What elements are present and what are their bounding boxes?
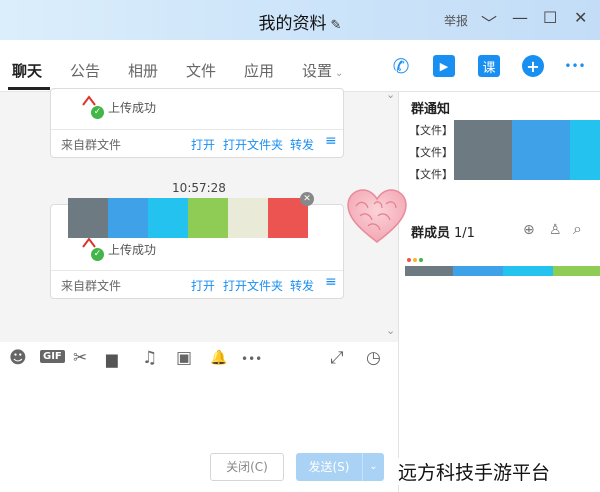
tab-apps[interactable]: 应用 [244, 60, 274, 81]
status-dot-red [407, 258, 411, 262]
swatch-cream [228, 198, 268, 238]
file-message-card[interactable]: ✓ 上传成功 来自群文件 打开 打开文件夹 转发 ≡ [50, 88, 344, 158]
members-title-text: 群成员 [411, 226, 451, 241]
notice-swatch-gray [454, 120, 512, 180]
class-icon[interactable]: 课 [478, 55, 500, 77]
window-title: 我的资料 ✎ [0, 9, 600, 34]
upload-status: ✓ 上传成功 [91, 241, 156, 261]
upload-status-text: 上传成功 [108, 101, 157, 115]
watermark-text: 远方科技手游平台 [396, 458, 553, 485]
menu-icon[interactable]: ≡ [325, 274, 337, 290]
collapse-icon[interactable]: ⌄ [386, 324, 395, 337]
tab-announcement[interactable]: 公告 [70, 60, 100, 81]
file-source-label: 来自群文件 [61, 279, 122, 293]
active-tab-indicator [8, 87, 50, 90]
scissors-icon[interactable]: ✂ [73, 348, 87, 368]
open-link[interactable]: 打开 [191, 277, 215, 294]
bell-icon[interactable]: 🔔 [210, 350, 227, 366]
chevron-down-icon[interactable]: ﹀ [481, 10, 497, 34]
minimize-icon[interactable]: — [512, 8, 528, 27]
upload-status: ✓ 上传成功 [91, 99, 156, 119]
title-bar: 我的资料 ✎ 举报 ﹀ — ☐ ✕ [0, 0, 600, 40]
notice-item[interactable]: 【文件】 [409, 166, 453, 182]
edit-pencil-icon[interactable]: ✎ [331, 18, 342, 33]
maximize-icon[interactable]: ☐ [543, 8, 557, 27]
menu-icon[interactable]: ≡ [325, 133, 337, 149]
close-window-icon[interactable]: ✕ [574, 8, 587, 27]
tab-chat[interactable]: 聊天 [12, 60, 42, 81]
chevron-down-icon: ⌄ [335, 68, 344, 79]
more-tools-icon[interactable]: ••• [241, 352, 262, 366]
add-app-icon[interactable]: + [522, 55, 544, 77]
gif-icon[interactable]: GIF [40, 350, 65, 363]
folder-icon[interactable]: ▆ [106, 350, 118, 368]
open-folder-link[interactable]: 打开文件夹 [223, 136, 283, 153]
status-dot-green [419, 258, 423, 262]
music-icon[interactable]: ♫ [142, 348, 157, 368]
chat-area[interactable]: ✓ 上传成功 来自群文件 打开 打开文件夹 转发 ≡ ⌄ 10:57:28 ✓ 上传… [0, 88, 398, 342]
upload-status-text: 上传成功 [108, 243, 157, 257]
window-title-text: 我的资料 [258, 14, 327, 34]
more-icon[interactable]: ••• [564, 55, 586, 77]
report-link[interactable]: 举报 [444, 12, 468, 29]
member-swatch-green [553, 266, 600, 276]
check-circle-icon: ✓ [91, 248, 104, 261]
video-icon[interactable]: ▶ [433, 55, 455, 77]
send-button[interactable]: 发送(S) [296, 453, 362, 481]
close-icon[interactable]: ✕ [300, 192, 314, 206]
check-circle-icon: ✓ [91, 106, 104, 119]
tab-settings-label: 设置 [302, 62, 333, 80]
image-icon[interactable]: ▣ [176, 348, 192, 368]
message-timestamp: 10:57:28 [172, 181, 226, 195]
group-side-panel: 群通知 【文件】 【文件】 【文件】 群成员 1/1 ⊕ ♙ ⌕ [399, 92, 600, 492]
heart-sticker [347, 189, 407, 243]
phone-icon[interactable]: ✆ [390, 54, 412, 78]
swatch-gray [68, 198, 108, 238]
tab-settings[interactable]: 设置 ⌄ [302, 60, 343, 81]
forward-link[interactable]: 转发 [290, 136, 314, 153]
group-notice-title: 群通知 [411, 102, 451, 117]
emoji-icon[interactable]: ☻ [9, 348, 27, 368]
swatch-cyan [148, 198, 188, 238]
notice-swatch-cyan [570, 120, 600, 180]
tab-files[interactable]: 文件 [186, 60, 216, 81]
member-swatch-blue [453, 266, 503, 276]
send-options-chevron-icon[interactable]: ⌄ [362, 453, 384, 481]
open-link[interactable]: 打开 [191, 136, 215, 153]
tab-album[interactable]: 相册 [128, 60, 158, 81]
collapse-icon[interactable]: ⌄ [386, 88, 395, 101]
swatch-green [188, 198, 228, 238]
search-member-icon[interactable]: ⌕ [573, 219, 582, 239]
add-member-icon[interactable]: ♙ [549, 222, 562, 238]
file-source-label: 来自群文件 [61, 138, 122, 152]
open-folder-link[interactable]: 打开文件夹 [223, 277, 283, 294]
notice-item[interactable]: 【文件】 [409, 144, 453, 160]
history-icon[interactable]: ◷ [366, 348, 381, 368]
expand-icon[interactable]: ⤢ [330, 348, 344, 368]
notice-swatch-blue [512, 120, 570, 180]
close-button[interactable]: 关闭(C) [210, 453, 284, 481]
members-count: 1/1 [454, 226, 475, 241]
forward-link[interactable]: 转发 [290, 277, 314, 294]
file-card-footer: 来自群文件 打开 打开文件夹 转发 ≡ [51, 270, 343, 298]
swatch-blue [108, 198, 148, 238]
tab-bar: 聊天 公告 相册 文件 应用 设置 ⌄ ✆ ▶ 课 + ••• [0, 40, 600, 92]
member-swatch-cyan [503, 266, 553, 276]
file-card-footer: 来自群文件 打开 打开文件夹 转发 ≡ [51, 129, 343, 157]
status-dot-yellow [413, 258, 417, 262]
notice-item[interactable]: 【文件】 [409, 122, 453, 138]
invite-icon[interactable]: ⊕ [523, 222, 535, 238]
group-members-title: 群成员 1/1 [411, 222, 475, 241]
message-editor[interactable]: ☻ GIF ✂ ▆ ♫ ▣ 🔔 ••• ⤢ ◷ 关闭(C) 发送(S) ⌄ [0, 342, 398, 492]
member-swatch-gray [405, 266, 453, 276]
